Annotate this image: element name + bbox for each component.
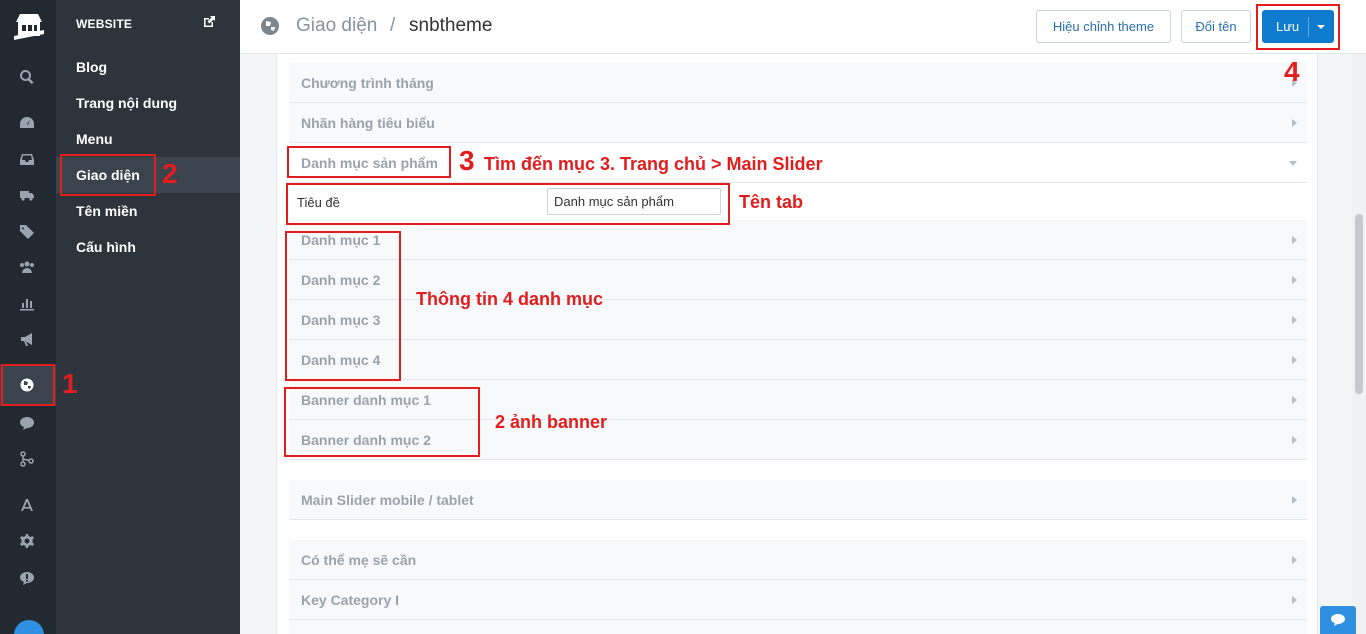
annotation-box-save: [1256, 4, 1340, 50]
gear-icon[interactable]: [14, 530, 40, 552]
section-label: Key Category I: [301, 592, 400, 608]
chart-icon[interactable]: [14, 292, 40, 314]
globe-icon: [261, 17, 279, 35]
submenu-item-menu[interactable]: Menu: [56, 121, 240, 157]
annotation-note: 2 ảnh banner: [495, 412, 608, 432]
search-icon[interactable]: [14, 66, 40, 88]
inbox-icon[interactable]: [14, 148, 40, 170]
annotation-box-globe: [1, 364, 55, 406]
section-row[interactable]: Có thể mẹ sẽ cần: [289, 540, 1307, 580]
rename-button[interactable]: Đổi tên: [1181, 10, 1251, 43]
megaphone-icon[interactable]: [14, 328, 40, 350]
scrollbar[interactable]: [1352, 54, 1366, 634]
dashboard-icon[interactable]: [14, 112, 40, 134]
section-row[interactable]: Main Slider mobile / tablet: [289, 480, 1307, 520]
chat-icon[interactable]: [14, 412, 40, 434]
submenu-item-blog[interactable]: Blog: [56, 49, 240, 85]
annotation-number: 1: [62, 368, 78, 399]
section-row[interactable]: Danh mục 4: [289, 340, 1307, 380]
section-label: Nhãn hàng tiêu biểu: [301, 115, 435, 131]
chevron-right-icon: [1292, 316, 1297, 324]
store-logo[interactable]: [12, 8, 46, 42]
icon-rail: [0, 0, 56, 634]
page-title: snbtheme: [409, 15, 493, 36]
chat-widget-button[interactable]: [1320, 606, 1356, 634]
apps-icon[interactable]: [14, 494, 40, 516]
submenu-heading: WEBSITE: [76, 17, 133, 31]
chevron-down-icon: [1289, 161, 1297, 166]
annotation-number: 3: [459, 145, 475, 176]
avatar[interactable]: [14, 620, 44, 634]
annotation-number: 4: [1284, 56, 1300, 87]
annotation-note: Thông tin 4 danh mục: [416, 289, 603, 309]
truck-icon[interactable]: [14, 184, 40, 206]
top-bar: Giao diện / snbtheme Hiệu chỉnh theme Đổ…: [240, 0, 1366, 54]
website-submenu: WEBSITE Blog Trang nội dung Menu Giao di…: [56, 0, 240, 634]
annotation-box-categories: [285, 231, 401, 381]
annotation-box-section: [287, 146, 451, 178]
submenu-item-domains[interactable]: Tên miền: [56, 193, 240, 229]
chevron-right-icon: [1292, 236, 1297, 244]
annotation-number: 2: [162, 158, 178, 189]
chevron-right-icon: [1292, 496, 1297, 504]
theme-settings-panel: Chương trình tháng Nhãn hàng tiêu biểu D…: [276, 54, 1318, 634]
alert-icon[interactable]: [14, 567, 40, 589]
submenu-item-settings[interactable]: Cấu hình: [56, 229, 240, 265]
edit-theme-button[interactable]: Hiệu chỉnh theme: [1036, 10, 1171, 43]
annotation-box-title-field: [286, 183, 730, 225]
chevron-right-icon: [1292, 596, 1297, 604]
annotation-box-themes: [60, 154, 156, 196]
breadcrumb-separator: /: [390, 15, 396, 36]
chevron-right-icon: [1292, 396, 1297, 404]
chevron-right-icon: [1292, 356, 1297, 364]
annotation-note: Tìm đến mục 3. Trang chủ > Main Slider: [484, 154, 823, 174]
submenu-item-pages[interactable]: Trang nội dung: [56, 85, 240, 121]
annotation-note: Tên tab: [739, 192, 804, 212]
scrollbar-thumb[interactable]: [1355, 214, 1363, 394]
external-link-icon[interactable]: [202, 15, 216, 29]
share-icon[interactable]: [14, 448, 40, 470]
tag-icon[interactable]: [14, 220, 40, 242]
section-label: Có thể mẹ sẽ cần: [301, 552, 417, 568]
section-row[interactable]: [289, 620, 1307, 634]
section-row[interactable]: Danh mục 1: [289, 220, 1307, 260]
section-row[interactable]: Key Category I: [289, 580, 1307, 620]
chevron-right-icon: [1292, 276, 1297, 284]
breadcrumb[interactable]: Giao diện: [296, 15, 377, 37]
section-row[interactable]: Nhãn hàng tiêu biểu: [289, 103, 1307, 143]
section-row[interactable]: Chương trình tháng: [289, 63, 1307, 103]
users-icon[interactable]: [14, 256, 40, 278]
section-label: Main Slider mobile / tablet: [301, 492, 474, 508]
chevron-right-icon: [1292, 119, 1297, 127]
chevron-right-icon: [1292, 436, 1297, 444]
chat-bubble-icon: [1331, 614, 1345, 626]
chevron-right-icon: [1292, 556, 1297, 564]
annotation-box-banners: [284, 387, 480, 457]
section-label: Chương trình tháng: [301, 75, 434, 91]
